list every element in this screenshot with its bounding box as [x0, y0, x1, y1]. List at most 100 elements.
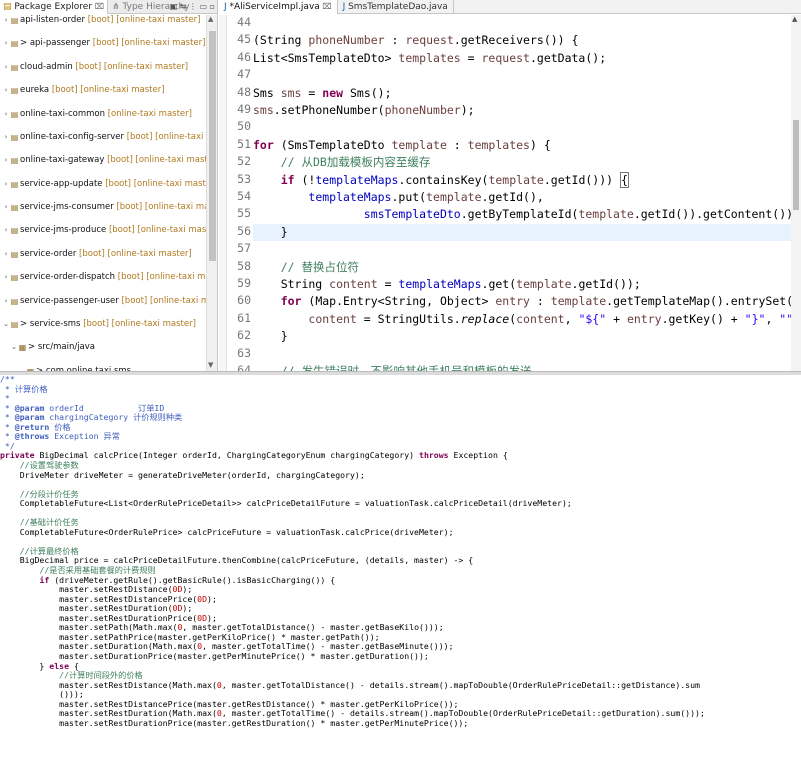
code-token: 0D — [197, 612, 208, 623]
line-number-gutter: 44 45 46 47 48 49 50 51 52 53 54 55 56 57 58 59 60 61 62 63… — [227, 15, 253, 371]
chevron-right-icon[interactable]: › — [2, 85, 10, 97]
editor-tab[interactable]: J *AliServiceImpl.java ⌧ — [219, 0, 338, 14]
tree-item[interactable]: › ▤ service-order-dispatch [boot] [online-… — [0, 272, 217, 284]
tree-item-name: service-app-update — [20, 178, 103, 189]
tree-item-label: service-app-update [boot] [online-taxi m… — [20, 178, 217, 191]
project-tree: › ▤ api-listen-order [boot] [online-taxi m… — [0, 15, 217, 371]
tree-item[interactable]: › ▤ online-taxi-gateway [boot] [online-tax… — [0, 155, 217, 167]
tree-item-label: cloud-admin [boot] [online-taxi master] — [20, 62, 188, 74]
line-number: 53 — [237, 171, 251, 186]
code-token: .getId())) — [543, 172, 621, 187]
code-token: .setPhoneNumber( — [273, 103, 385, 117]
tree-item[interactable]: › ▤ cloud-admin [boot] [online-taxi master… — [0, 62, 205, 74]
chevron-right-icon[interactable]: › — [2, 249, 10, 261]
tree-item-name: online-taxi-common — [20, 108, 106, 119]
scroll-down-icon[interactable]: ▼ — [208, 361, 213, 369]
chevron-right-icon[interactable]: › — [2, 296, 10, 308]
line-number: 51 — [237, 136, 251, 151]
code-token: master.setPathPrice(master.getPerKiloPri… — [0, 631, 380, 642]
tree-item[interactable]: › ▤ service-app-update [boot] [online-taxi… — [0, 179, 217, 191]
code-token: //分段计价任务 — [19, 488, 79, 499]
tree-item[interactable]: › ▤ service-jms-produce [boot] [online-tax… — [0, 225, 217, 237]
code-line: sms.setPhoneNumber(phoneNumber); — [253, 102, 475, 119]
chevron-right-icon[interactable]: › — [2, 272, 10, 284]
code-line: if (!templateMaps.containsKey(template.g… — [253, 171, 629, 189]
tree-item[interactable]: › ▤ api-listen-order [boot] [online-taxi m… — [0, 15, 205, 27]
tree-item-label: > service-sms [boot] [online-taxi master… — [20, 319, 196, 331]
tree-item-decoration: [boot] [online-taxi master] — [83, 319, 196, 330]
code-token: { — [620, 171, 629, 188]
chevron-down-icon[interactable]: ⌄ — [2, 319, 10, 331]
chevron-right-icon[interactable]: › — [2, 155, 10, 167]
chevron-right-icon[interactable]: › — [2, 225, 10, 237]
code-token: { — [69, 660, 79, 671]
code-token: //基础计价任务 — [19, 517, 79, 528]
tree-item[interactable]: › ▤ eureka [boot] [online-taxi master] — [0, 85, 205, 97]
code-area[interactable]: (String phoneNumber : request.getReceive… — [253, 15, 791, 371]
view-toolbar[interactable]: ▣ ⇆ ⋮ ▭ ▫ — [170, 0, 215, 14]
line-number: 46 — [237, 49, 251, 64]
project-icon: ▤ — [10, 62, 19, 72]
editor-tab[interactable]: J SmsTemplateDao.java — [338, 0, 454, 14]
code-token: // 从DB加载模板内容至缓存 — [280, 155, 431, 170]
tree-item-name: > service-sms — [20, 319, 81, 330]
code-token: , master.getTotalTime() - master.getBase… — [202, 641, 454, 652]
line-number: 62 — [237, 328, 251, 343]
code-token: master.setDuration(Math.max( — [0, 641, 198, 652]
tree-item[interactable]: ⌄ ▤ > service-sms [boot] [online-taxi mast… — [0, 319, 205, 331]
code-token: new — [322, 85, 344, 100]
chevron-right-icon[interactable]: › — [2, 15, 10, 27]
chevron-right-icon[interactable]: › — [2, 109, 10, 121]
tab-label: Package Explorer — [14, 1, 93, 12]
snippet-line: DriveMeter driveMeter = generateDriveMet… — [0, 470, 365, 481]
line-number: 47 — [237, 67, 251, 82]
tree-item-decoration: [boot] [online-taxi master] — [92, 38, 206, 49]
tree-item[interactable]: › ▤ service-jms-consumer [boot] [online-ta… — [0, 202, 217, 214]
code-token: if — [39, 574, 50, 585]
chevron-right-icon[interactable]: › — [2, 132, 10, 144]
code-token: ())); — [0, 689, 84, 700]
chevron-right-icon[interactable]: › — [2, 202, 10, 214]
tree-item[interactable]: › ▤ online-taxi-common [online-taxi master… — [0, 109, 205, 121]
code-token: .getKey() + — [661, 311, 745, 326]
tree-item[interactable]: › ▤ service-passenger-user [boot] [online-… — [0, 296, 217, 308]
chevron-right-icon[interactable]: › — [2, 38, 10, 50]
code-token: , master.getTotalDistance() - details.st… — [221, 679, 700, 690]
tree-item-name: service-order-dispatch — [20, 272, 116, 283]
code-token: private — [0, 450, 35, 461]
close-icon[interactable]: ⌧ — [320, 2, 331, 11]
chevron-right-icon[interactable]: › — [2, 179, 10, 191]
tree-item[interactable]: › ▤ > api-passenger [boot] [online-taxi ma… — [0, 38, 206, 50]
tree-item[interactable]: › ▤ service-order [boot] [online-taxi mast… — [0, 249, 205, 261]
code-token: content — [329, 277, 378, 291]
snippet-line: master.setRestDistance(Math.max(0, maste… — [0, 679, 700, 691]
tree-item-name: online-taxi-gateway — [20, 155, 105, 166]
package-explorer-scrollbar[interactable]: ▲ ▼ — [206, 15, 217, 371]
tab-package-explorer[interactable]: ▤ Package Explorer ⌧ — [0, 0, 109, 14]
code-token: } — [253, 329, 288, 344]
code-token: // 替换占位符 — [280, 259, 359, 274]
line-number: 54 — [237, 189, 251, 203]
code-line: for (SmsTemplateDto template : templates… — [253, 137, 551, 154]
scroll-up-icon[interactable]: ▲ — [208, 15, 213, 23]
chevron-right-icon[interactable]: › — [2, 62, 10, 74]
tree-item[interactable]: ⌄ ▦ > src/main/java — [0, 342, 205, 354]
scrollbar-thumb[interactable] — [793, 120, 799, 210]
code-token: CompletableFuture<List<OrderRulePriceDet… — [0, 498, 572, 509]
tree-item-name: > src/main/java — [28, 342, 96, 353]
tree-item[interactable]: › ▤ online-taxi-config-server [boot] [onli… — [0, 132, 217, 144]
chevron-down-icon[interactable]: ⌄ — [10, 342, 18, 354]
line-number: 57 — [237, 241, 251, 256]
scroll-up-icon[interactable]: ▲ — [792, 15, 797, 23]
close-icon[interactable]: ⌧ — [95, 2, 104, 11]
editor-tab-label: *AliServiceImpl.java — [229, 1, 320, 12]
project-icon: ▤ — [10, 249, 19, 259]
scrollbar-thumb[interactable] — [209, 31, 216, 261]
editor-scrollbar[interactable]: ▲ — [791, 15, 801, 371]
